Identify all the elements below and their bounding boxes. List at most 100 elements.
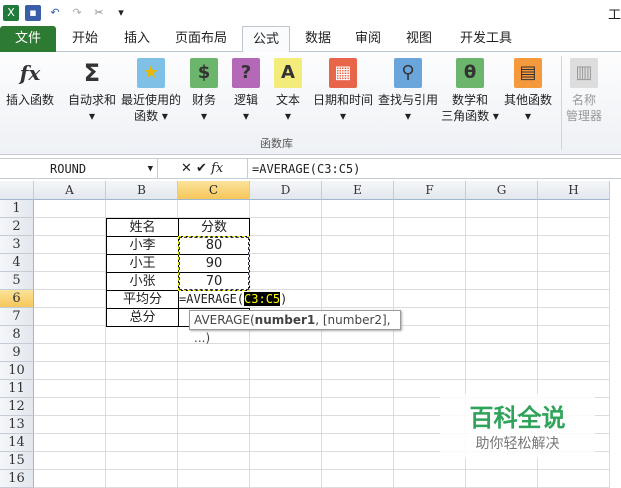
cell[interactable] bbox=[34, 272, 106, 290]
insert-function-button[interactable]: fx 插入函数 bbox=[4, 58, 56, 108]
row-header-12[interactable]: 12 bbox=[0, 398, 34, 416]
cell[interactable] bbox=[178, 470, 250, 488]
cell[interactable] bbox=[466, 308, 538, 326]
tab-insert[interactable]: 插入 bbox=[114, 26, 160, 52]
cell[interactable] bbox=[34, 308, 106, 326]
row-header-7[interactable]: 7 bbox=[0, 308, 34, 326]
cell[interactable] bbox=[466, 362, 538, 380]
logical-button[interactable]: ? 逻辑 ▾ bbox=[230, 58, 262, 124]
cell[interactable] bbox=[394, 254, 466, 272]
cell[interactable] bbox=[250, 380, 322, 398]
tooltip-arg[interactable]: number1 bbox=[255, 313, 316, 327]
row-header-11[interactable]: 11 bbox=[0, 380, 34, 398]
tab-view[interactable]: 视图 bbox=[397, 26, 441, 52]
tab-review[interactable]: 审阅 bbox=[346, 26, 390, 52]
cell[interactable] bbox=[178, 362, 250, 380]
cell[interactable] bbox=[34, 470, 106, 488]
cell[interactable] bbox=[322, 380, 394, 398]
cell[interactable] bbox=[322, 416, 394, 434]
cell[interactable] bbox=[34, 362, 106, 380]
column-header-H[interactable]: H bbox=[538, 181, 610, 200]
cell[interactable] bbox=[394, 290, 466, 308]
cell[interactable] bbox=[538, 290, 610, 308]
cell[interactable] bbox=[106, 362, 178, 380]
cell[interactable] bbox=[466, 254, 538, 272]
column-header-E[interactable]: E bbox=[322, 181, 394, 200]
cell[interactable] bbox=[106, 398, 178, 416]
cell[interactable] bbox=[466, 290, 538, 308]
cell[interactable] bbox=[34, 416, 106, 434]
cell[interactable] bbox=[250, 452, 322, 470]
row-header-4[interactable]: 4 bbox=[0, 254, 34, 272]
cell[interactable] bbox=[538, 218, 610, 236]
select-all[interactable] bbox=[0, 181, 34, 200]
cell[interactable] bbox=[178, 200, 250, 218]
cell[interactable] bbox=[178, 416, 250, 434]
cell[interactable] bbox=[106, 434, 178, 452]
cell[interactable] bbox=[394, 236, 466, 254]
cell[interactable] bbox=[466, 470, 538, 488]
column-header-C[interactable]: C bbox=[178, 181, 250, 200]
cell[interactable] bbox=[394, 362, 466, 380]
cell[interactable] bbox=[106, 344, 178, 362]
cell[interactable] bbox=[106, 416, 178, 434]
cell[interactable] bbox=[250, 218, 322, 236]
cell[interactable] bbox=[250, 236, 322, 254]
cell[interactable] bbox=[322, 218, 394, 236]
cell[interactable] bbox=[106, 326, 178, 344]
column-header-F[interactable]: F bbox=[394, 181, 466, 200]
cell[interactable] bbox=[538, 362, 610, 380]
cell[interactable] bbox=[322, 254, 394, 272]
math-trig-button[interactable]: θ 数学和 三角函数 ▾ bbox=[440, 58, 500, 124]
table-cell[interactable]: 姓名 bbox=[106, 218, 179, 237]
cell[interactable] bbox=[322, 452, 394, 470]
cell[interactable] bbox=[106, 452, 178, 470]
cell[interactable] bbox=[106, 380, 178, 398]
cell[interactable] bbox=[466, 218, 538, 236]
table-cell[interactable]: 总分 bbox=[106, 308, 179, 327]
cell[interactable] bbox=[322, 398, 394, 416]
cell[interactable] bbox=[34, 200, 106, 218]
column-header-B[interactable]: B bbox=[106, 181, 178, 200]
cell[interactable] bbox=[250, 200, 322, 218]
cell[interactable] bbox=[178, 452, 250, 470]
cell[interactable] bbox=[250, 398, 322, 416]
cell[interactable] bbox=[466, 236, 538, 254]
cell[interactable] bbox=[322, 290, 394, 308]
more-functions-button[interactable]: ▤ 其他函数 ▾ bbox=[502, 58, 554, 124]
row-header-15[interactable]: 15 bbox=[0, 452, 34, 470]
cell[interactable] bbox=[250, 434, 322, 452]
column-header-G[interactable]: G bbox=[466, 181, 538, 200]
cell[interactable] bbox=[538, 272, 610, 290]
financial-button[interactable]: $ 财务 ▾ bbox=[188, 58, 220, 124]
column-header-D[interactable]: D bbox=[250, 181, 322, 200]
cell[interactable] bbox=[322, 236, 394, 254]
undo-icon[interactable]: ↶ bbox=[47, 5, 63, 21]
cell[interactable] bbox=[322, 362, 394, 380]
tab-page-layout[interactable]: 页面布局 bbox=[168, 26, 234, 52]
cell[interactable] bbox=[34, 254, 106, 272]
cell[interactable] bbox=[34, 290, 106, 308]
cell[interactable] bbox=[322, 200, 394, 218]
tab-home[interactable]: 开始 bbox=[62, 26, 108, 52]
cell[interactable] bbox=[34, 398, 106, 416]
cell[interactable] bbox=[538, 254, 610, 272]
column-header-A[interactable]: A bbox=[34, 181, 106, 200]
cell[interactable] bbox=[322, 272, 394, 290]
table-cell[interactable]: 小王 bbox=[106, 254, 179, 273]
tools-icon[interactable]: ✂ bbox=[91, 5, 107, 21]
cell[interactable] bbox=[34, 344, 106, 362]
cancel-icon[interactable]: ✕ bbox=[181, 161, 192, 176]
tab-data[interactable]: 数据 bbox=[296, 26, 340, 52]
cell[interactable] bbox=[250, 254, 322, 272]
row-header-13[interactable]: 13 bbox=[0, 416, 34, 434]
customize-qat-icon[interactable]: ▾ bbox=[113, 5, 129, 21]
cell[interactable] bbox=[538, 308, 610, 326]
name-manager-button[interactable]: ▥ 名称 管理器 bbox=[564, 58, 604, 124]
row-header-8[interactable]: 8 bbox=[0, 326, 34, 344]
table-cell[interactable]: 小张 bbox=[106, 272, 179, 291]
cell[interactable] bbox=[394, 272, 466, 290]
cell[interactable] bbox=[538, 326, 610, 344]
editing-cell[interactable]: =AVERAGE(C3:C5) bbox=[178, 290, 308, 309]
cell[interactable] bbox=[34, 452, 106, 470]
